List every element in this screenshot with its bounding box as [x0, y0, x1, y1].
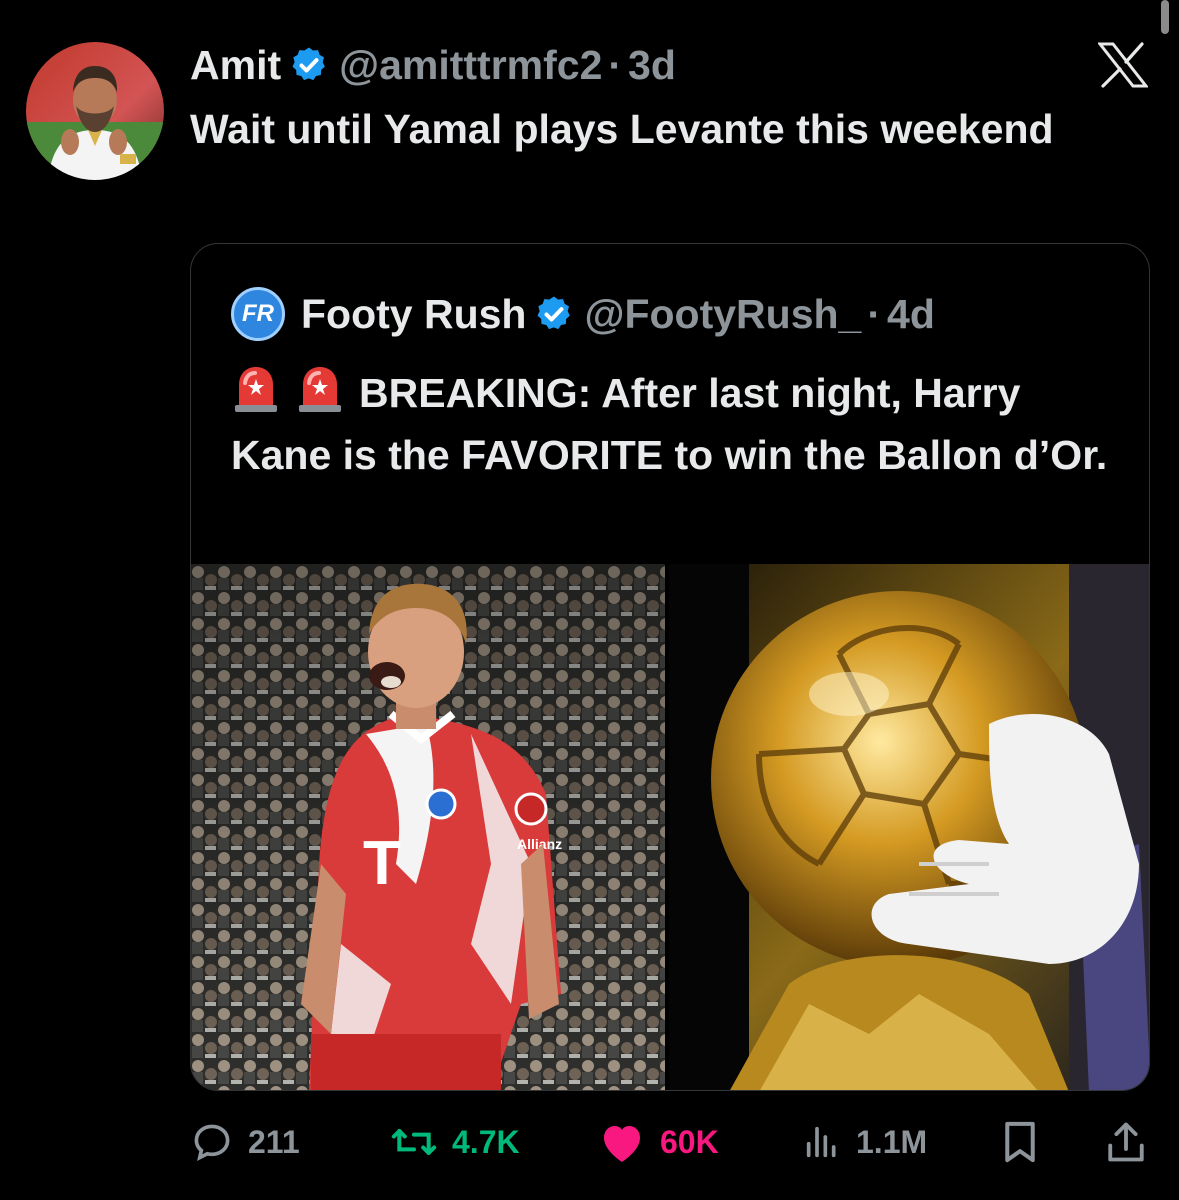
jersey-sponsor-logo: T — [363, 829, 401, 898]
tweet-age[interactable]: 3d — [628, 42, 676, 89]
author-avatar[interactable] — [26, 42, 164, 180]
author-handle[interactable]: @amitttrmfc2 — [339, 42, 602, 89]
footy-rush-avatar[interactable]: FR — [231, 287, 285, 341]
reply-count: 211 — [248, 1123, 300, 1160]
bookmark-button[interactable] — [1000, 1112, 1040, 1172]
siren-emoji-icon — [231, 365, 281, 413]
share-icon — [1105, 1119, 1147, 1165]
like-button[interactable]: 60K — [598, 1112, 719, 1172]
quoted-tweet-age[interactable]: 4d — [887, 291, 935, 338]
media-photo-trophy[interactable] — [669, 564, 1149, 1090]
views-icon — [802, 1122, 842, 1162]
like-count: 60K — [660, 1123, 719, 1160]
siren-emoji-icon — [295, 365, 345, 413]
repost-button[interactable]: 4.7K — [390, 1112, 520, 1172]
verified-badge-icon — [289, 45, 329, 85]
quoted-author-handle[interactable]: @FootyRush_ — [584, 291, 861, 338]
share-button[interactable] — [1105, 1112, 1147, 1172]
quoted-tweet-media[interactable]: T Allianz — [191, 564, 1149, 1090]
quoted-author-name[interactable]: Footy Rush — [301, 291, 526, 338]
footy-rush-logo-text: FR — [242, 300, 274, 327]
meta-separator: · — [867, 290, 882, 337]
views-button[interactable]: 1.1M — [802, 1112, 927, 1172]
tweet-header: Amit @amitttrmfc2 · 3d — [190, 40, 676, 90]
media-photo-player[interactable]: T Allianz — [191, 564, 665, 1090]
quoted-tweet-header: FR Footy Rush @FootyRush_ · 4d — [231, 287, 935, 341]
repost-count: 4.7K — [452, 1123, 520, 1160]
quoted-tweet-text: BREAKING: After last night, Harry Kane i… — [231, 362, 1131, 486]
reply-icon — [190, 1120, 234, 1164]
meta-separator: · — [608, 41, 623, 88]
quoted-tweet-body: BREAKING: After last night, Harry Kane i… — [231, 370, 1108, 478]
scrollbar-thumb[interactable] — [1161, 0, 1169, 34]
heart-icon — [598, 1120, 646, 1164]
bookmark-icon — [1000, 1120, 1040, 1164]
verified-badge-icon — [534, 294, 574, 334]
author-name[interactable]: Amit — [190, 42, 281, 89]
quoted-tweet-card[interactable]: FR Footy Rush @FootyRush_ · 4d BREAKING:… — [190, 243, 1150, 1091]
tweet-text: Wait until Yamal plays Levante this week… — [190, 106, 1054, 152]
x-logo-icon[interactable] — [1096, 42, 1150, 88]
repost-icon — [390, 1120, 438, 1164]
reply-button[interactable]: 211 — [190, 1112, 300, 1172]
view-count: 1.1M — [856, 1123, 928, 1160]
tweet-action-bar: 211 4.7K 60K 1.1M — [190, 1112, 1150, 1172]
